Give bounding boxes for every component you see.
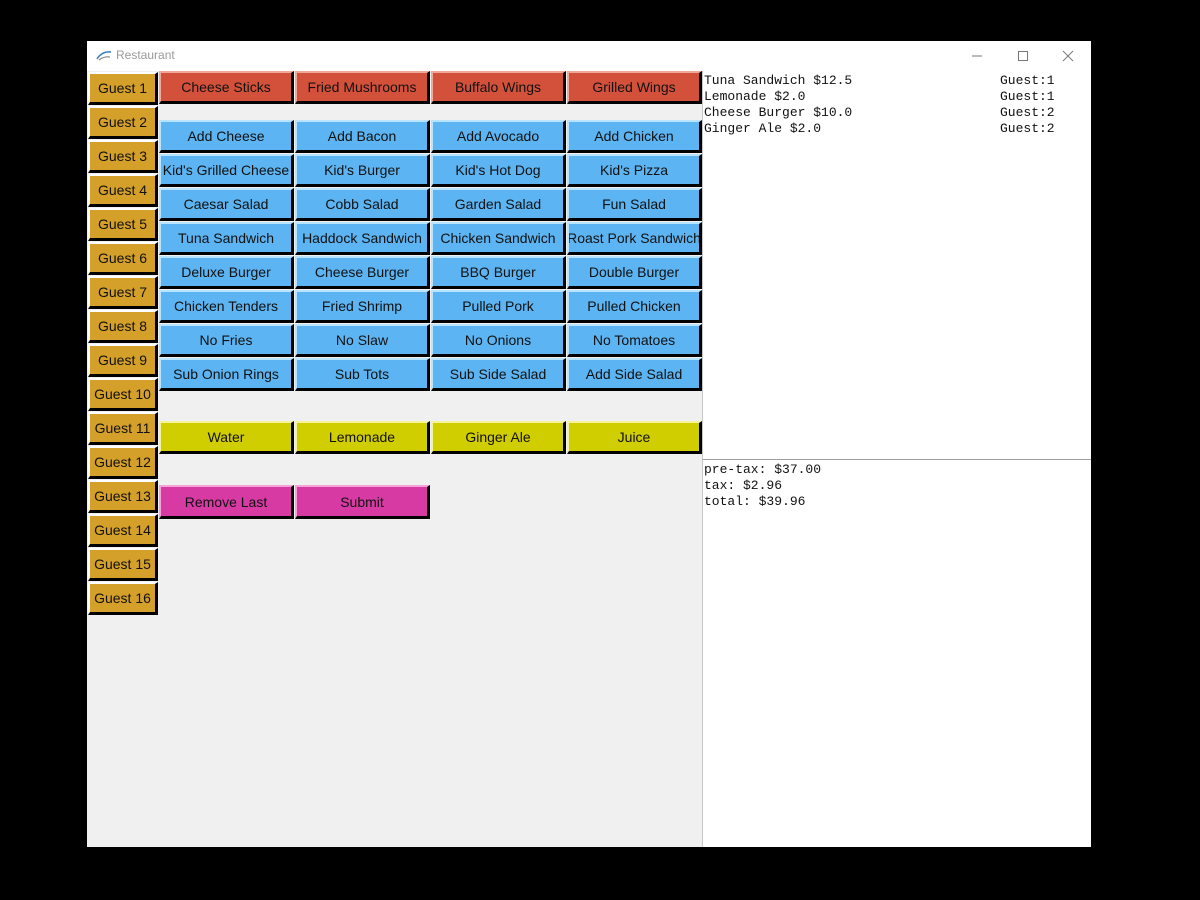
haddock-sandwich-button[interactable]: Haddock Sandwich (295, 222, 430, 255)
deluxe-burger-button[interactable]: Deluxe Burger (159, 256, 294, 289)
sub-onion-rings-button[interactable]: Sub Onion Rings (159, 358, 294, 391)
cheese-sticks-button[interactable]: Cheese Sticks (159, 71, 294, 104)
fried-mushrooms-button[interactable]: Fried Mushrooms (295, 71, 430, 104)
guest-button-13[interactable]: Guest 13 (88, 480, 158, 513)
order-item-text: Tuna Sandwich $12.5 (704, 73, 853, 88)
double-burger-button[interactable]: Double Burger (567, 256, 702, 289)
roast-pork-sandwich-button[interactable]: Roast Pork Sandwich (567, 222, 702, 255)
guest-button-5[interactable]: Guest 5 (88, 208, 158, 241)
buffalo-wings-button[interactable]: Buffalo Wings (431, 71, 566, 104)
pulled-chicken-button[interactable]: Pulled Chicken (567, 290, 702, 323)
maximize-button[interactable] (1000, 41, 1046, 71)
water-button[interactable]: Water (159, 421, 294, 454)
order-item-guest: Guest:1 (1000, 89, 1055, 104)
pretax-label: pre-tax: $37.00 (704, 462, 822, 477)
guest-button-10[interactable]: Guest 10 (88, 378, 158, 411)
guest-button-1[interactable]: Guest 1 (88, 72, 158, 105)
kid-s-grilled-cheese-button[interactable]: Kid's Grilled Cheese (159, 154, 294, 187)
lemonade-button[interactable]: Lemonade (295, 421, 430, 454)
close-button[interactable] (1045, 41, 1091, 71)
order-list-panel[interactable]: Tuna Sandwich $12.5 Guest:1 Lemonade $2.0 G… (702, 71, 1091, 460)
order-item-text: Cheese Burger $10.0 (704, 105, 853, 120)
close-icon (1062, 50, 1074, 62)
ginger-ale-button[interactable]: Ginger Ale (431, 421, 566, 454)
bbq-burger-button[interactable]: BBQ Burger (431, 256, 566, 289)
guest-button-15[interactable]: Guest 15 (88, 548, 158, 581)
garden-salad-button[interactable]: Garden Salad (431, 188, 566, 221)
add-chicken-button[interactable]: Add Chicken (567, 120, 702, 153)
pulled-pork-button[interactable]: Pulled Pork (431, 290, 566, 323)
minimize-icon (972, 55, 982, 57)
order-item-text: Ginger Ale $2.0 (704, 121, 822, 136)
tax-label: tax: $2.96 (704, 478, 783, 493)
add-cheese-button[interactable]: Add Cheese (159, 120, 294, 153)
order-item-text: Lemonade $2.0 (704, 89, 806, 104)
cobb-salad-button[interactable]: Cobb Salad (295, 188, 430, 221)
minimize-button[interactable] (954, 41, 1000, 71)
kid-s-hot-dog-button[interactable]: Kid's Hot Dog (431, 154, 566, 187)
totals-panel[interactable]: pre-tax: $37.00 tax: $2.96 total: $39.96 (702, 460, 1091, 847)
guest-button-14[interactable]: Guest 14 (88, 514, 158, 547)
window-title: Restaurant (116, 48, 175, 62)
kid-s-pizza-button[interactable]: Kid's Pizza (567, 154, 702, 187)
restaurant-window: Restaurant Tuna Sandwich $12.5 Guest:1 Lem… (87, 41, 1091, 847)
no-fries-button[interactable]: No Fries (159, 324, 294, 357)
guest-button-6[interactable]: Guest 6 (88, 242, 158, 275)
guest-button-7[interactable]: Guest 7 (88, 276, 158, 309)
sub-tots-button[interactable]: Sub Tots (295, 358, 430, 391)
guest-button-9[interactable]: Guest 9 (88, 344, 158, 377)
app-feather-icon (96, 51, 112, 61)
add-avocado-button[interactable]: Add Avocado (431, 120, 566, 153)
guest-button-4[interactable]: Guest 4 (88, 174, 158, 207)
chicken-sandwich-button[interactable]: Chicken Sandwich (431, 222, 566, 255)
add-bacon-button[interactable]: Add Bacon (295, 120, 430, 153)
no-onions-button[interactable]: No Onions (431, 324, 566, 357)
order-item-guest: Guest:2 (1000, 105, 1055, 120)
caesar-salad-button[interactable]: Caesar Salad (159, 188, 294, 221)
juice-button[interactable]: Juice (567, 421, 702, 454)
maximize-icon (1018, 51, 1028, 61)
order-item-guest: Guest:1 (1000, 73, 1055, 88)
guest-button-2[interactable]: Guest 2 (88, 106, 158, 139)
no-slaw-button[interactable]: No Slaw (295, 324, 430, 357)
order-item-guest: Guest:2 (1000, 121, 1055, 136)
guest-button-8[interactable]: Guest 8 (88, 310, 158, 343)
kid-s-burger-button[interactable]: Kid's Burger (295, 154, 430, 187)
add-side-salad-button[interactable]: Add Side Salad (567, 358, 702, 391)
guest-button-12[interactable]: Guest 12 (88, 446, 158, 479)
cheese-burger-button[interactable]: Cheese Burger (295, 256, 430, 289)
fried-shrimp-button[interactable]: Fried Shrimp (295, 290, 430, 323)
guest-button-16[interactable]: Guest 16 (88, 582, 158, 615)
sub-side-salad-button[interactable]: Sub Side Salad (431, 358, 566, 391)
grilled-wings-button[interactable]: Grilled Wings (567, 71, 702, 104)
fun-salad-button[interactable]: Fun Salad (567, 188, 702, 221)
guest-button-11[interactable]: Guest 11 (88, 412, 158, 445)
no-tomatoes-button[interactable]: No Tomatoes (567, 324, 702, 357)
title-bar: Restaurant (87, 41, 1091, 71)
remove-last-button[interactable]: Remove Last (159, 485, 294, 519)
guest-button-3[interactable]: Guest 3 (88, 140, 158, 173)
chicken-tenders-button[interactable]: Chicken Tenders (159, 290, 294, 323)
total-label: total: $39.96 (704, 494, 806, 509)
submit-button[interactable]: Submit (295, 485, 430, 519)
tuna-sandwich-button[interactable]: Tuna Sandwich (159, 222, 294, 255)
